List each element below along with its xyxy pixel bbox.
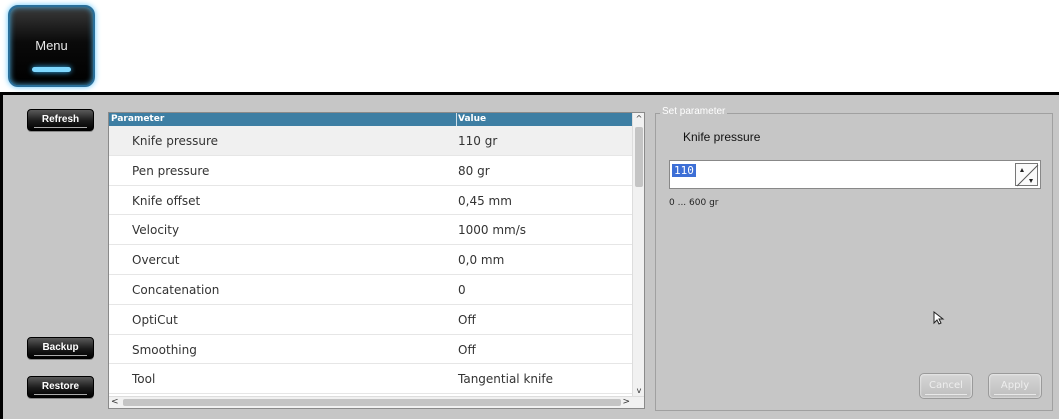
column-separator[interactable]	[456, 113, 457, 126]
value-cell: 0,45 mm	[458, 193, 512, 208]
set-parameter-group: Set parameter Knife pressure 110 0 ... 6…	[655, 106, 1053, 411]
horizontal-scrollbar[interactable]: < >	[109, 396, 644, 408]
selected-parameter-name: Knife pressure	[683, 130, 761, 144]
parameter-cell: Velocity	[132, 223, 180, 238]
refresh-button[interactable]: Refresh	[27, 109, 94, 131]
mouse-cursor-icon	[933, 310, 945, 325]
backup-button[interactable]: Backup	[27, 337, 94, 359]
table-rows: Knife pressure 110 gr Pen pressure 80 gr…	[109, 126, 633, 395]
set-parameter-legend: Set parameter	[660, 106, 728, 117]
parameter-cell: Tool	[132, 372, 156, 387]
vertical-scroll-thumb[interactable]	[635, 127, 643, 187]
main-panel: Refresh Backup Restore Parameter Value K…	[0, 92, 1059, 419]
apply-button[interactable]: Apply	[988, 373, 1042, 399]
value-cell: 0	[458, 282, 466, 297]
value-cell: 0,0 mm	[458, 253, 505, 268]
value-range-hint: 0 ... 600 gr	[669, 198, 719, 208]
table-header: Parameter Value	[109, 113, 633, 126]
spin-updown-icon[interactable]	[1015, 163, 1039, 187]
parameter-cell: Smoothing	[132, 342, 197, 357]
parameter-table: Parameter Value Knife pressure 110 gr Pe…	[108, 112, 645, 409]
table-row[interactable]: Concatenation 0	[109, 275, 633, 305]
parameter-cell: Pen pressure	[132, 163, 210, 178]
table-row[interactable]: Velocity 1000 mm/s	[109, 215, 633, 246]
parameter-cell: Concatenation	[132, 282, 220, 297]
menu-glow-bar	[32, 67, 71, 72]
parameter-cell: Knife pressure	[132, 134, 219, 148]
scroll-left-icon[interactable]: <	[111, 397, 119, 407]
parameter-value-input[interactable]: 110	[669, 160, 1041, 189]
scroll-right-icon[interactable]: >	[622, 397, 630, 407]
table-row[interactable]: Knife offset 0,45 mm	[109, 186, 633, 216]
column-header-value[interactable]: Value	[458, 114, 486, 124]
horizontal-scroll-thumb[interactable]	[123, 399, 621, 406]
table-row[interactable]: Pen pressure 80 gr	[109, 156, 633, 186]
cancel-button[interactable]: Cancel	[919, 373, 973, 399]
value-cell: Tangential knife	[458, 372, 553, 387]
table-row[interactable]: Tool Tangential knife	[109, 364, 633, 395]
parameter-value-text[interactable]: 110	[672, 164, 696, 177]
table-row[interactable]: OptiCut Off	[109, 305, 633, 335]
value-cell: 110 gr	[458, 134, 498, 148]
table-row[interactable]: Overcut 0,0 mm	[109, 245, 633, 275]
vertical-scrollbar[interactable]: ^ v	[632, 113, 644, 397]
table-row[interactable]: Smoothing Off	[109, 335, 633, 365]
column-header-parameter[interactable]: Parameter	[111, 114, 164, 124]
restore-button[interactable]: Restore	[27, 376, 94, 398]
menu-button[interactable]: Menu	[8, 5, 95, 87]
table-row[interactable]: Knife pressure 110 gr	[109, 126, 633, 156]
value-cell: 1000 mm/s	[458, 223, 527, 238]
menu-label: Menu	[35, 38, 68, 53]
scroll-up-icon[interactable]: ^	[633, 113, 644, 125]
value-cell: Off	[458, 342, 476, 357]
value-cell: 80 gr	[458, 163, 490, 178]
parameter-cell: Overcut	[132, 253, 180, 268]
parameter-cell: Knife offset	[132, 193, 201, 208]
parameter-cell: OptiCut	[132, 312, 178, 327]
value-cell: Off	[458, 312, 476, 327]
